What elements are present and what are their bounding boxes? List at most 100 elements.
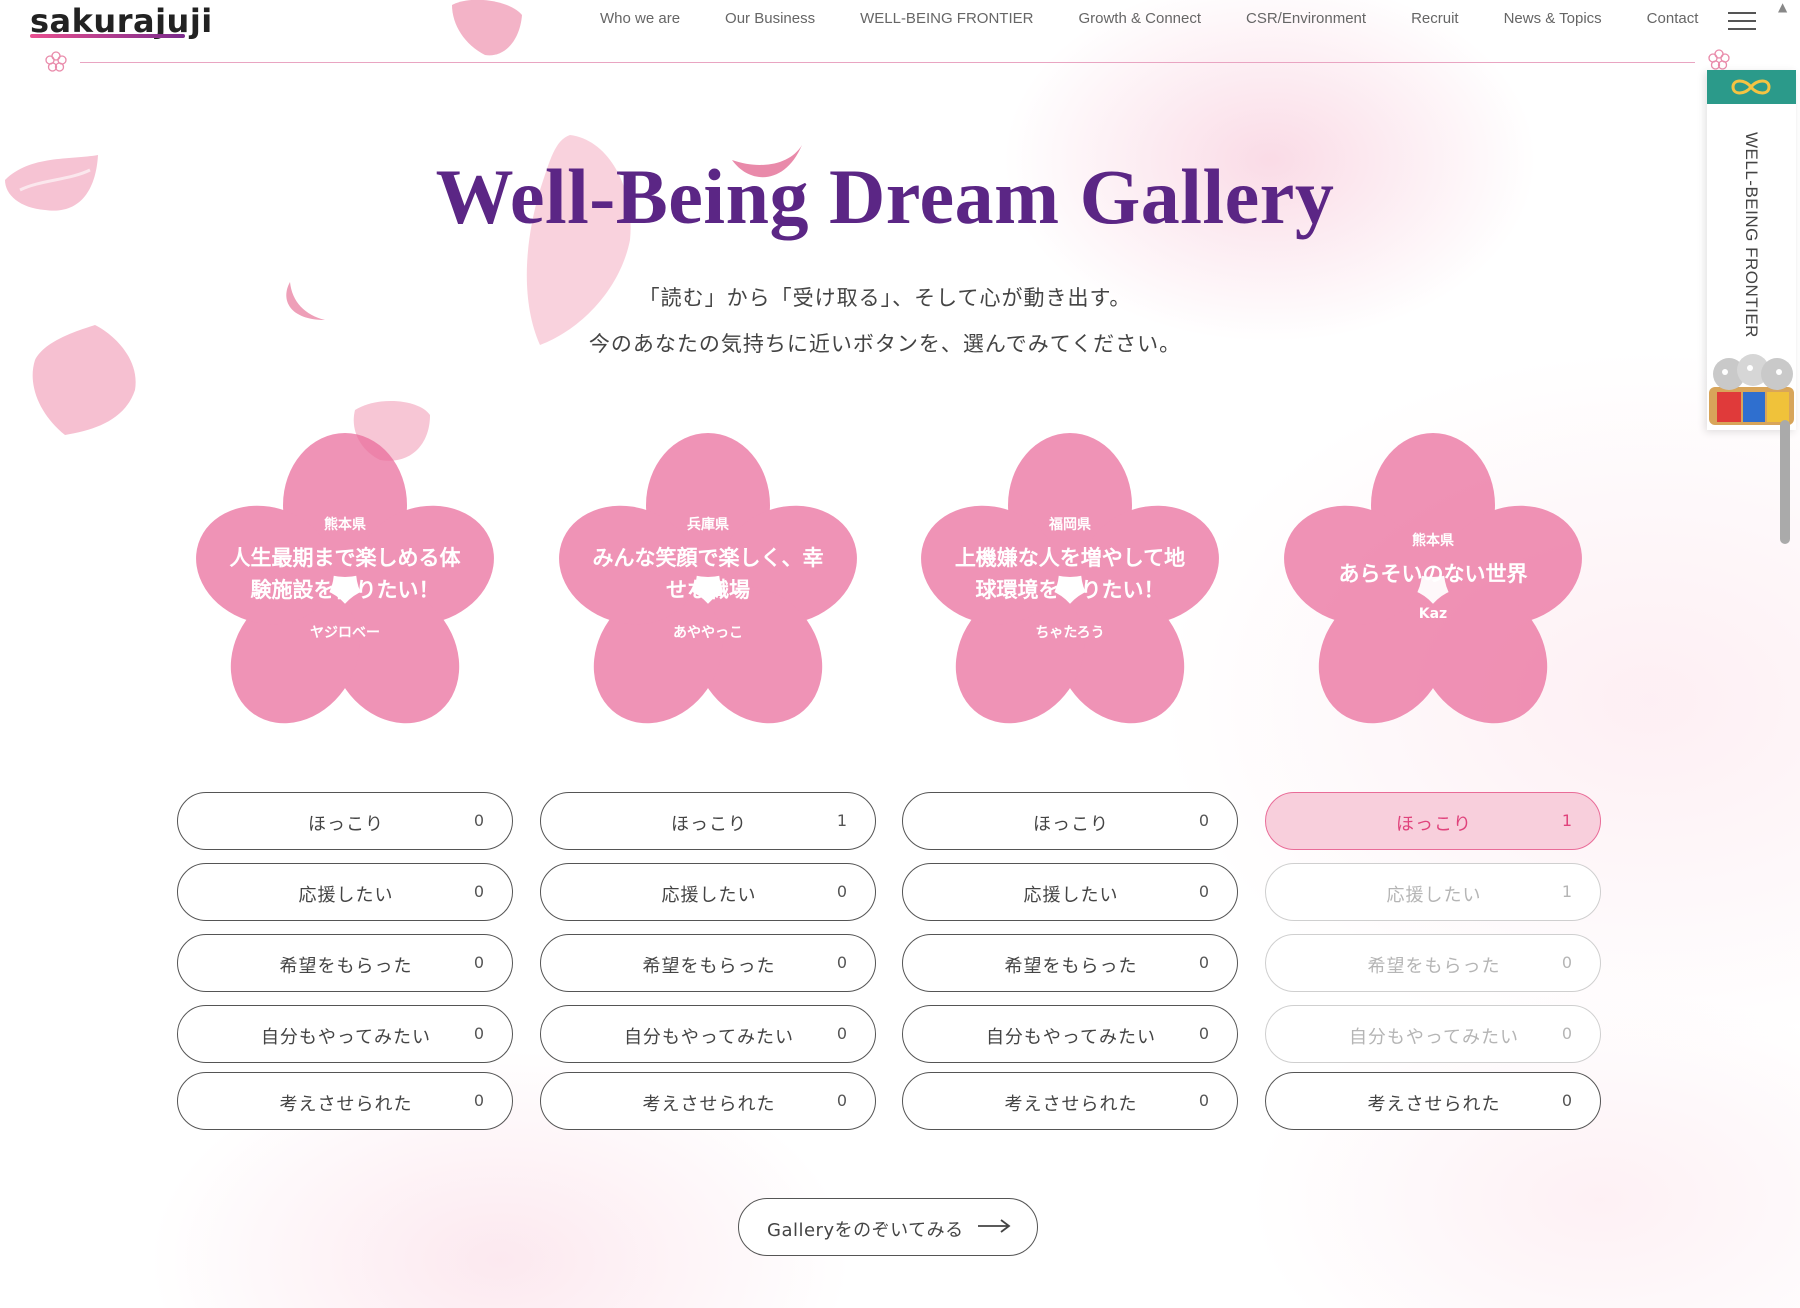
page: sakurajuji Who we are Our Business WELL-… — [0, 0, 1800, 1308]
reaction-label: 自分もやってみたい — [985, 1027, 1157, 1048]
reaction-button-think[interactable]: 考えさせられた 0 — [902, 1072, 1238, 1130]
nav-growth-connect[interactable]: Growth & Connect — [1078, 10, 1201, 27]
hamburger-icon[interactable] — [1728, 12, 1756, 30]
dream-card[interactable]: 福岡県 上機嫌な人を増やして地 球環境を守りたい！ ちゃたろう — [915, 430, 1225, 730]
dream-nickname: Kaz — [1418, 606, 1448, 622]
reaction-label: 希望をもらった — [1004, 956, 1138, 977]
reaction-count: 0 — [473, 1024, 484, 1043]
dream-nickname: ちゃたろう — [1035, 625, 1105, 641]
reaction-button-support[interactable]: 応援したい 0 — [902, 863, 1238, 921]
reaction-count: 1 — [1561, 882, 1572, 901]
reaction-count: 0 — [1198, 811, 1209, 830]
reaction-count: 1 — [836, 811, 847, 830]
reaction-label: 希望をもらった — [279, 956, 413, 977]
reaction-count: 0 — [473, 811, 484, 830]
lead-line-2: 今のあなたの気持ちに近いボタンを、選んでみてください。 — [588, 332, 1182, 356]
reaction-count: 0 — [836, 882, 847, 901]
reaction-label: 考えさせられた — [1367, 1094, 1501, 1115]
dream-text-line-2: せな職場 — [666, 578, 750, 602]
reaction-button-support-disabled[interactable]: 応援したい 1 — [1265, 863, 1601, 921]
dream-text-line-1: 上機嫌な人を増やして地 — [954, 546, 1186, 570]
reaction-button-try[interactable]: 自分もやってみたい 0 — [177, 1005, 513, 1063]
reaction-button-try[interactable]: 自分もやってみたい 0 — [540, 1005, 876, 1063]
reaction-column: ほっこり 0 応援したい 0 希望をもらった 0 自分もやってみたい 0 考えさせられた… — [902, 792, 1238, 1143]
reaction-button-support[interactable]: 応援したい 0 — [540, 863, 876, 921]
nav-well-being-frontier[interactable]: WELL-BEING FRONTIER — [860, 10, 1033, 27]
arrow-right-icon — [978, 1219, 1011, 1233]
reaction-button-try[interactable]: 自分もやってみたい 0 — [902, 1005, 1238, 1063]
reaction-button-hokkori-selected[interactable]: ほっこり 1 — [1265, 792, 1601, 850]
dream-nickname: ヤジロベー — [310, 625, 380, 641]
nav-our-business[interactable]: Our Business — [725, 10, 815, 27]
reaction-label: 自分もやってみたい — [623, 1027, 795, 1048]
reaction-button-hope[interactable]: 希望をもらった 0 — [540, 934, 876, 992]
nav-who-we-are[interactable]: Who we are — [600, 10, 680, 27]
reaction-column: ほっこり 1 応援したい 0 希望をもらった 0 自分もやってみたい 0 考えさせられた… — [540, 792, 876, 1143]
reaction-button-think[interactable]: 考えさせられた 0 — [1265, 1072, 1601, 1130]
dream-card[interactable]: 兵庫県 みんな笑顔で楽しく、幸 せな職場 あややっこ — [553, 430, 863, 730]
dream-card[interactable]: 熊本県 あらそいのない世界 Kaz — [1278, 430, 1588, 730]
reaction-column: ほっこり 0 応援したい 0 希望をもらった 0 自分もやってみたい 0 考えさせられた… — [177, 792, 513, 1143]
reaction-count: 0 — [1198, 1024, 1209, 1043]
infinity-icon — [1731, 79, 1771, 95]
reaction-label: ほっこり — [1033, 814, 1109, 835]
dream-prefecture: 兵庫県 — [687, 517, 729, 533]
well-being-frontier-side-tab[interactable]: WELL-BEING FRONTIER — [1707, 70, 1796, 430]
reaction-button-think[interactable]: 考えさせられた 0 — [540, 1072, 876, 1130]
nav-recruit[interactable]: Recruit — [1411, 10, 1459, 27]
sakura-icon — [1708, 49, 1730, 70]
reaction-button-hokkori[interactable]: ほっこり 0 — [177, 792, 513, 850]
reaction-label: 考えさせられた — [1004, 1094, 1138, 1115]
scrollbar-thumb[interactable] — [1780, 420, 1790, 544]
reaction-label: ほっこり — [1396, 814, 1472, 835]
reaction-label: 応援したい — [298, 885, 394, 906]
reaction-label: 希望をもらった — [642, 956, 776, 977]
reaction-count: 0 — [1198, 953, 1209, 972]
lead-line-1: 「読む」から「受け取る」、そして心が動き出す。 — [638, 286, 1132, 310]
reaction-count: 0 — [1561, 953, 1572, 972]
reaction-button-hope[interactable]: 希望をもらった 0 — [902, 934, 1238, 992]
sakura-icon — [45, 51, 67, 72]
reaction-button-hokkori[interactable]: ほっこり 1 — [540, 792, 876, 850]
reaction-count: 1 — [1561, 811, 1572, 830]
petal-decoration — [452, 0, 522, 56]
page-title: Well-Being Dream Gallery — [435, 153, 1335, 240]
reaction-count: 0 — [1561, 1024, 1572, 1043]
reaction-count: 0 — [836, 1024, 847, 1043]
mascot-illustration — [1709, 354, 1794, 425]
dream-text-line-1: 人生最期まで楽しめる体 — [229, 546, 461, 570]
nav-csr-environment[interactable]: CSR/Environment — [1246, 10, 1366, 27]
side-tab-header — [1707, 70, 1796, 104]
scroll-up-icon[interactable]: ▲ — [1778, 0, 1787, 14]
reaction-button-try-disabled[interactable]: 自分もやってみたい 0 — [1265, 1005, 1601, 1063]
reaction-count: 0 — [1198, 1091, 1209, 1110]
reaction-button-support[interactable]: 応援したい 0 — [177, 863, 513, 921]
reaction-count: 0 — [1561, 1091, 1572, 1110]
reaction-count: 0 — [473, 882, 484, 901]
reaction-button-think[interactable]: 考えさせられた 0 — [177, 1072, 513, 1130]
reaction-label: 応援したい — [1386, 885, 1482, 906]
nav-news-topics[interactable]: News & Topics — [1504, 10, 1602, 27]
reaction-button-hokkori[interactable]: ほっこり 0 — [902, 792, 1238, 850]
dream-text-line-2: 験施設を作りたい！ — [250, 578, 440, 602]
dream-text-line-1: あらそいのない世界 — [1338, 562, 1528, 586]
reaction-label: 考えさせられた — [279, 1094, 413, 1115]
reaction-label: 自分もやってみたい — [1348, 1027, 1520, 1048]
reaction-count: 0 — [473, 1091, 484, 1110]
dream-card[interactable]: 熊本県 人生最期まで楽しめる体 験施設を作りたい！ ヤジロベー — [190, 430, 500, 730]
reaction-button-hope[interactable]: 希望をもらった 0 — [177, 934, 513, 992]
reaction-label: 自分もやってみたい — [260, 1027, 432, 1048]
nav-contact[interactable]: Contact — [1647, 10, 1699, 27]
dream-text-line-2: 球環境を守りたい！ — [975, 578, 1165, 602]
view-gallery-button[interactable]: Galleryをのぞいてみる — [738, 1198, 1038, 1256]
reaction-button-hope-disabled[interactable]: 希望をもらった 0 — [1265, 934, 1601, 992]
main-nav: Who we are Our Business WELL-BEING FRONT… — [600, 10, 1743, 27]
reaction-label: 考えさせられた — [642, 1094, 776, 1115]
header-divider — [80, 62, 1695, 63]
reaction-label: ほっこり — [671, 814, 747, 835]
dream-prefecture: 熊本県 — [324, 517, 366, 533]
dream-text-line-1: みんな笑顔で楽しく、幸 — [592, 546, 824, 570]
reaction-count: 0 — [473, 953, 484, 972]
dream-prefecture: 福岡県 — [1049, 517, 1091, 533]
reaction-count: 0 — [1198, 882, 1209, 901]
